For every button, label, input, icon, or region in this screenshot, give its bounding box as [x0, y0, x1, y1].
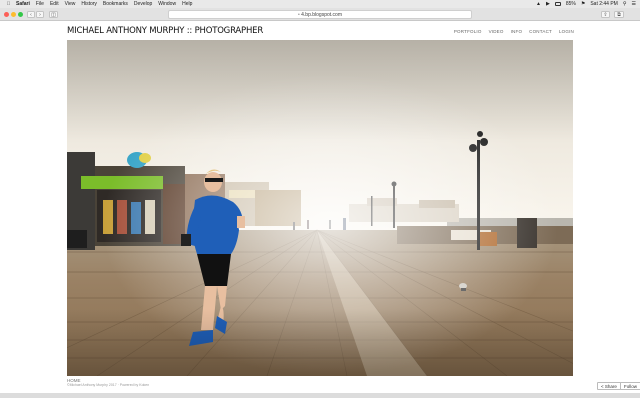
tabs-icon[interactable]: ⧉ [614, 11, 624, 18]
volume-icon[interactable]: ▶ [546, 1, 550, 7]
address-bar[interactable]: • 4.bp.blogspot.com [168, 10, 472, 19]
nav-login[interactable]: LOGIN [559, 29, 574, 34]
forward-icon[interactable]: › [36, 11, 44, 18]
menu-bookmarks[interactable]: Bookmarks [103, 1, 128, 7]
caption-subtitle: ©Michael Anthony Murphy 2017 · Powered b… [67, 383, 150, 387]
menu-edit[interactable]: Edit [50, 1, 59, 7]
dock-edge [0, 393, 640, 398]
browser-toolbar: ‹ › ◫ • 4.bp.blogspot.com ⇧ ⧉ [0, 8, 640, 21]
close-window-button[interactable] [4, 12, 9, 17]
clock[interactable]: Sat 2:44 PM [590, 1, 618, 7]
lock-icon: • [297, 12, 300, 18]
flag-icon[interactable]: ⚑ [581, 1, 585, 7]
menu-history[interactable]: History [81, 1, 97, 7]
minimize-window-button[interactable] [11, 12, 16, 17]
menu-file[interactable]: File [36, 1, 44, 7]
menu-view[interactable]: View [65, 1, 76, 7]
wifi-icon[interactable]: ▲ [536, 1, 541, 7]
battery-icon[interactable] [554, 2, 561, 6]
sidebar-icon[interactable]: ◫ [49, 11, 58, 18]
nav-contact[interactable]: CONTACT [529, 29, 552, 34]
boardwalk-photo[interactable] [67, 40, 573, 376]
menu-help[interactable]: Help [182, 1, 192, 7]
url-text: 4.bp.blogspot.com [301, 12, 342, 18]
menu-develop[interactable]: Develop [134, 1, 152, 7]
share-button[interactable]: < Share [597, 382, 621, 390]
zoom-window-button[interactable] [18, 12, 23, 17]
site-nav: PORTFOLIO VIDEO INFO CONTACT LOGIN [454, 29, 574, 34]
share-icon[interactable]: ⇧ [601, 11, 610, 18]
menu-bar:  Safari File Edit View History Bookmark… [0, 0, 640, 8]
search-icon[interactable]: ⚲ [623, 1, 627, 7]
nav-video[interactable]: VIDEO [489, 29, 504, 34]
nav-portfolio[interactable]: PORTFOLIO [454, 29, 482, 34]
site-title[interactable]: MICHAEL ANTHONY MURPHY :: PHOTOGRAPHER [67, 26, 263, 36]
follow-button[interactable]: Follow [620, 382, 640, 390]
nav-info[interactable]: INFO [511, 29, 523, 34]
menu-window[interactable]: Window [158, 1, 176, 7]
status-area: ▲ ▶ 85% ⚑ Sat 2:44 PM ⚲ ☰ [536, 0, 636, 8]
menu-list-icon[interactable]: ☰ [632, 1, 636, 7]
battery-percent: 85% [565, 1, 576, 7]
apple-icon[interactable]:  [6, 1, 11, 7]
menu-app-safari[interactable]: Safari [16, 1, 30, 7]
back-icon[interactable]: ‹ [27, 11, 35, 18]
